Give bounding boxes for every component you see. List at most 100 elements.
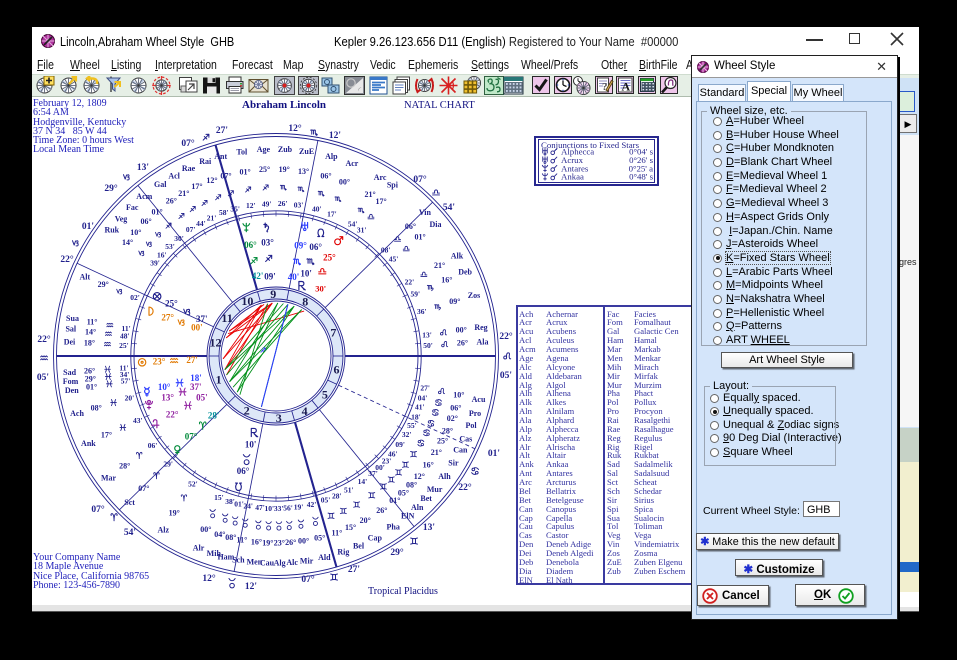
svg-text:Fom: Fom bbox=[63, 377, 79, 386]
svg-text:10°: 10° bbox=[130, 228, 141, 237]
svg-text:04': 04' bbox=[418, 394, 428, 403]
svg-text:09': 09' bbox=[395, 440, 405, 449]
svg-text:12°: 12° bbox=[202, 573, 216, 584]
svg-text:05': 05' bbox=[500, 371, 512, 381]
svg-text:44': 44' bbox=[196, 219, 206, 228]
svg-text:02': 02' bbox=[130, 293, 140, 302]
svg-text:21°: 21° bbox=[434, 261, 445, 270]
svg-text:47': 47' bbox=[255, 503, 265, 512]
svg-text:53': 53' bbox=[165, 242, 175, 251]
svg-text:26°: 26° bbox=[376, 506, 387, 515]
svg-text:Alc: Alc bbox=[286, 558, 298, 567]
svg-text:Ala: Ala bbox=[477, 337, 489, 346]
svg-text:13°: 13° bbox=[298, 167, 309, 176]
svg-text:14°: 14° bbox=[122, 238, 133, 247]
svg-text:29°: 29° bbox=[98, 280, 109, 289]
svg-text:15°: 15° bbox=[345, 523, 356, 532]
svg-text:ZuE: ZuE bbox=[299, 147, 314, 156]
svg-text:29°: 29° bbox=[104, 183, 118, 194]
svg-text:Ant: Ant bbox=[214, 152, 227, 161]
svg-text:26°: 26° bbox=[285, 538, 296, 547]
svg-text:29': 29' bbox=[163, 459, 173, 468]
svg-text:02°: 02° bbox=[447, 414, 458, 423]
svg-text:00': 00' bbox=[191, 323, 203, 333]
svg-text:Acu: Acu bbox=[472, 395, 486, 404]
svg-text:08°: 08° bbox=[91, 403, 102, 412]
svg-text:29°: 29° bbox=[390, 547, 404, 558]
svg-text:07°: 07° bbox=[220, 172, 231, 181]
svg-text:30': 30' bbox=[315, 283, 326, 293]
svg-text:00°: 00° bbox=[339, 178, 350, 187]
svg-text:03': 03' bbox=[294, 201, 304, 210]
svg-text:14°: 14° bbox=[85, 327, 96, 336]
svg-text:Reg: Reg bbox=[474, 323, 487, 332]
svg-text:Bel: Bel bbox=[353, 542, 365, 551]
svg-text:Deb: Deb bbox=[458, 268, 472, 277]
svg-text:20°: 20° bbox=[360, 516, 371, 525]
svg-text:22°: 22° bbox=[166, 409, 179, 419]
svg-text:29°: 29° bbox=[85, 375, 96, 384]
svg-text:10': 10' bbox=[245, 440, 257, 450]
svg-text:10°: 10° bbox=[453, 391, 464, 400]
svg-text:23°: 23° bbox=[153, 357, 166, 367]
svg-text:03°: 03° bbox=[261, 237, 274, 247]
svg-text:17°: 17° bbox=[375, 197, 386, 206]
svg-text:Zos: Zos bbox=[468, 291, 480, 300]
svg-text:10°: 10° bbox=[158, 382, 171, 392]
svg-text:50': 50' bbox=[423, 341, 433, 350]
svg-text:16°: 16° bbox=[251, 538, 262, 547]
svg-text:30': 30' bbox=[174, 234, 184, 243]
svg-text:Dia: Dia bbox=[430, 220, 442, 229]
svg-text:58': 58' bbox=[219, 208, 229, 217]
svg-text:Sad: Sad bbox=[63, 368, 76, 377]
svg-text:26°: 26° bbox=[166, 197, 177, 206]
svg-text:15': 15' bbox=[214, 493, 224, 502]
svg-text:24': 24' bbox=[243, 502, 253, 511]
svg-text:Veg: Veg bbox=[115, 215, 128, 224]
svg-text:05': 05' bbox=[321, 496, 331, 505]
svg-text:01°: 01° bbox=[389, 496, 400, 505]
svg-text:Alg: Alg bbox=[274, 559, 286, 568]
svg-text:Mur: Mur bbox=[427, 485, 443, 494]
svg-text:25°: 25° bbox=[259, 165, 270, 174]
svg-text:16': 16' bbox=[157, 251, 167, 260]
svg-text:06': 06' bbox=[148, 441, 158, 450]
svg-text:6: 6 bbox=[334, 363, 340, 377]
svg-text:09': 09' bbox=[264, 271, 276, 281]
svg-text:22°: 22° bbox=[60, 254, 74, 265]
svg-text:10': 10' bbox=[300, 268, 312, 278]
svg-text:Mir: Mir bbox=[300, 556, 314, 565]
svg-text:25': 25' bbox=[119, 341, 129, 350]
svg-text:7: 7 bbox=[330, 326, 336, 340]
svg-text:00°: 00° bbox=[298, 537, 309, 546]
svg-text:07°: 07° bbox=[301, 574, 315, 585]
svg-text:01': 01' bbox=[488, 449, 500, 459]
svg-text:Spi: Spi bbox=[387, 181, 399, 190]
svg-text:19': 19' bbox=[294, 502, 304, 511]
svg-text:06°: 06° bbox=[450, 403, 461, 412]
svg-text:Vin: Vin bbox=[419, 208, 432, 217]
svg-text:35': 35' bbox=[230, 205, 240, 214]
svg-text:16°: 16° bbox=[441, 276, 452, 285]
svg-text:Pol: Pol bbox=[466, 421, 478, 430]
svg-text:08°: 08° bbox=[225, 533, 236, 542]
svg-text:16°: 16° bbox=[423, 460, 434, 469]
svg-text:Gal: Gal bbox=[154, 180, 167, 189]
svg-text:Ach: Ach bbox=[70, 409, 84, 418]
svg-text:32': 32' bbox=[402, 430, 412, 439]
svg-text:06°: 06° bbox=[309, 242, 322, 252]
svg-text:06°: 06° bbox=[320, 172, 331, 181]
svg-text:23°: 23° bbox=[274, 539, 285, 548]
svg-text:12: 12 bbox=[210, 336, 222, 350]
svg-text:4: 4 bbox=[302, 404, 308, 418]
svg-text:10: 10 bbox=[241, 294, 253, 308]
svg-text:Arc: Arc bbox=[374, 173, 387, 182]
svg-text:43': 43' bbox=[133, 416, 143, 425]
svg-text:12': 12' bbox=[245, 582, 257, 592]
svg-text:Rig: Rig bbox=[337, 547, 349, 556]
svg-text:Dei: Dei bbox=[64, 337, 76, 346]
svg-text:13': 13' bbox=[423, 523, 435, 533]
svg-text:Ank: Ank bbox=[81, 439, 96, 448]
svg-text:20': 20' bbox=[125, 394, 135, 403]
svg-text:Alh: Alh bbox=[438, 472, 451, 481]
